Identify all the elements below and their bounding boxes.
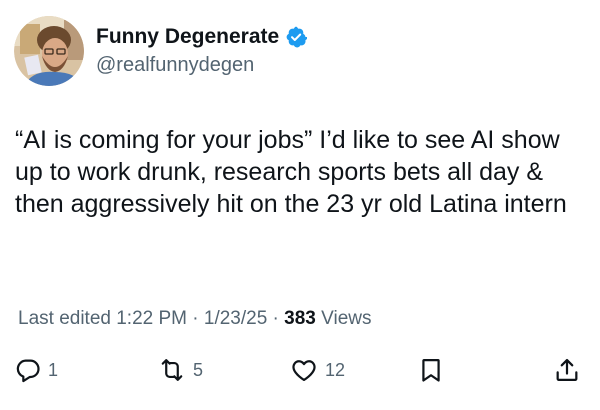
like-button[interactable]: 12 <box>289 352 345 388</box>
reply-count: 1 <box>48 359 59 380</box>
profile-photo <box>14 16 84 86</box>
reply-icon <box>14 356 42 384</box>
handle[interactable]: @realfunnydegen <box>96 52 307 78</box>
action-bar: 1 5 12 <box>0 352 600 388</box>
verified-badge-icon[interactable] <box>285 26 308 48</box>
tweet-header: Funny Degenerate @realfunnydegen <box>14 14 308 88</box>
reply-button[interactable]: 1 <box>14 352 58 388</box>
edited-timestamp[interactable]: Last edited 1:22 PM · 1/23/25 <box>18 308 267 329</box>
bookmark-icon <box>418 356 444 384</box>
like-count: 12 <box>325 359 346 380</box>
bookmark-button[interactable] <box>418 352 444 388</box>
views-count: 383 <box>284 308 316 329</box>
repost-count: 5 <box>193 359 204 380</box>
repost-button[interactable]: 5 <box>157 352 203 388</box>
display-name[interactable]: Funny Degenerate <box>96 24 279 50</box>
heart-icon <box>289 356 319 384</box>
meta-separator: · <box>267 308 285 329</box>
tweet-card: Funny Degenerate @realfunnydegen “AI is … <box>0 0 600 410</box>
share-button[interactable] <box>553 352 581 388</box>
avatar[interactable] <box>14 16 84 86</box>
display-name-row: Funny Degenerate <box>96 24 308 50</box>
tweet-meta: Last edited 1:22 PM · 1/23/25 · 383 View… <box>18 306 372 332</box>
views-label: Views <box>321 308 372 329</box>
repost-icon <box>157 356 187 384</box>
share-icon <box>553 356 581 384</box>
author-info: Funny Degenerate @realfunnydegen <box>96 24 308 78</box>
tweet-text: “AI is coming for your jobs” I’d like to… <box>15 126 567 218</box>
